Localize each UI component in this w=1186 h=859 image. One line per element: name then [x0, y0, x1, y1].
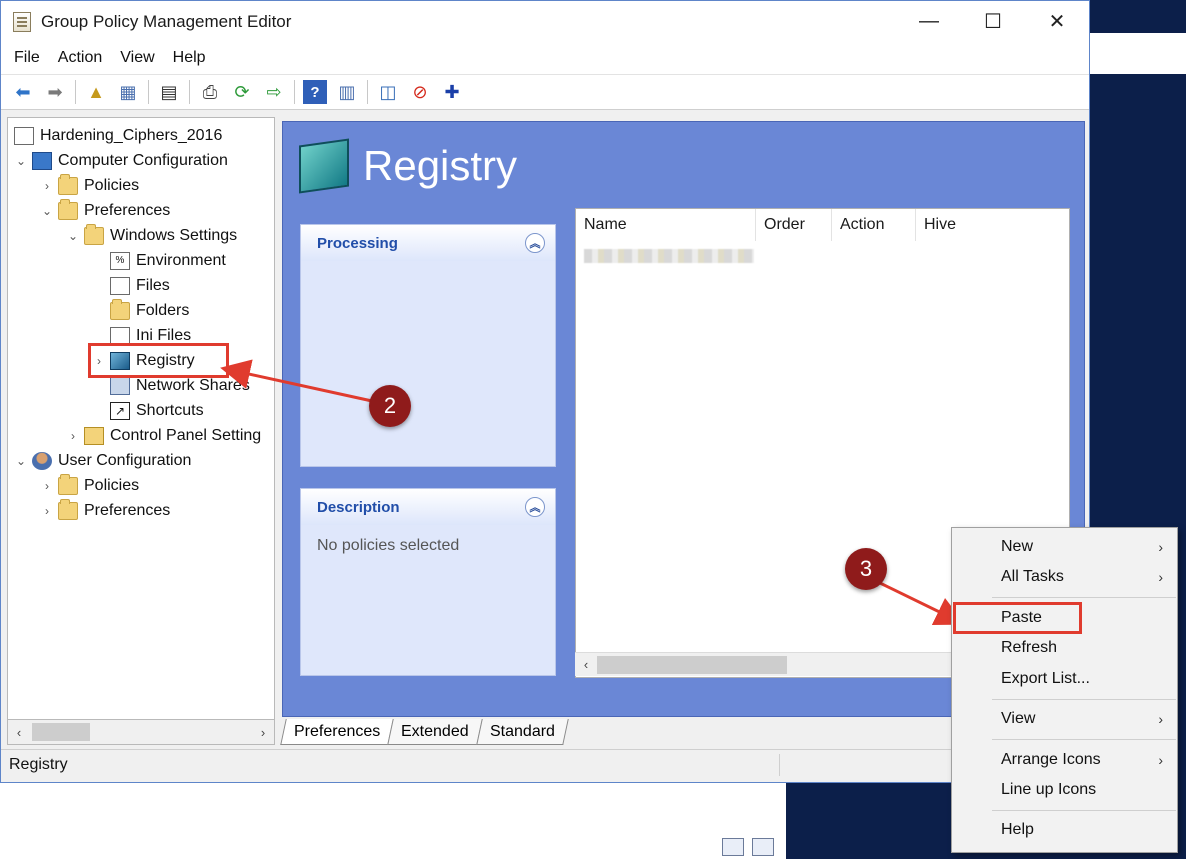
- arrow-to-paste: [879, 581, 966, 625]
- menu-item-export-list[interactable]: Export List...: [953, 664, 1177, 694]
- chevron-right-icon: ›: [1158, 711, 1163, 727]
- menu-item-new[interactable]: New ›: [953, 532, 1177, 562]
- menu-item-line-up-icons[interactable]: Line up Icons: [953, 775, 1177, 805]
- step-2-callout: 2: [369, 385, 411, 427]
- chevron-right-icon: ›: [1158, 539, 1163, 555]
- menu-item-help[interactable]: Help: [953, 815, 1177, 845]
- menu-item-arrange-icons[interactable]: Arrange Icons ›: [953, 745, 1177, 775]
- chevron-right-icon: ›: [1158, 752, 1163, 768]
- paste-highlight-box: [953, 602, 1082, 634]
- menu-item-view[interactable]: View ›: [953, 704, 1177, 734]
- menu-item-all-tasks[interactable]: All Tasks ›: [953, 562, 1177, 592]
- context-menu: New › All Tasks › Paste Refresh Export Lis…: [951, 527, 1178, 853]
- step-3-callout: 3: [845, 548, 887, 590]
- menu-item-refresh[interactable]: Refresh: [953, 633, 1177, 663]
- arrow-to-registry: [220, 359, 373, 403]
- chevron-right-icon: ›: [1158, 569, 1163, 585]
